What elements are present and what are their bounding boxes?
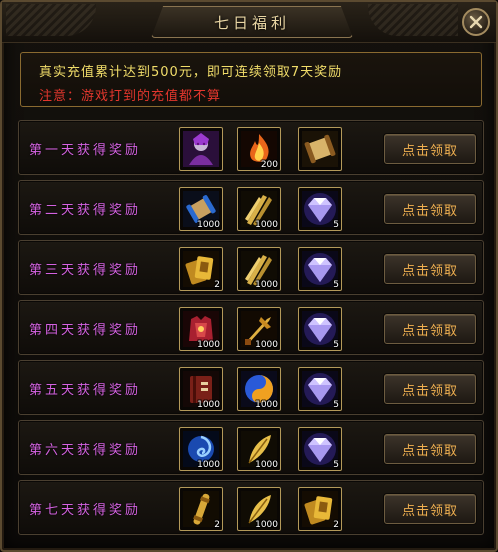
item-quantity: 5 xyxy=(333,400,339,410)
reward-item-slot[interactable]: 200 xyxy=(237,127,281,171)
item-quantity: 5 xyxy=(333,220,339,230)
notice-warning: 注意：游戏打到的充值都不算 xyxy=(39,89,222,104)
claim-button[interactable]: 点击领取 xyxy=(384,374,476,404)
reward-item-slot[interactable]: 5 xyxy=(298,187,342,231)
day-label: 第五天获得奖励 xyxy=(29,383,142,398)
ornament-right xyxy=(368,4,458,36)
reward-item-slot[interactable]: 1000 xyxy=(179,427,223,471)
reward-item-slot[interactable]: 1000 xyxy=(237,487,281,531)
reward-row-day-1: 第一天获得奖励 200 点击领取 xyxy=(18,120,484,175)
reward-row-day-2: 第二天获得奖励 1000 1000 5 点击领取 xyxy=(18,180,484,235)
reward-item-slot[interactable]: 1000 xyxy=(237,187,281,231)
day-label: 第二天获得奖励 xyxy=(29,203,142,218)
reward-row-day-3: 第三天获得奖励 2 1000 5 点击领取 xyxy=(18,240,484,295)
reward-item-slot[interactable]: 1000 xyxy=(237,367,281,411)
claim-button[interactable]: 点击领取 xyxy=(384,494,476,524)
day-label: 第七天获得奖励 xyxy=(29,503,142,518)
item-quantity: 1000 xyxy=(197,460,220,470)
reward-item-slot[interactable]: 1000 xyxy=(179,307,223,351)
reward-item-slot[interactable]: 1000 xyxy=(179,187,223,231)
title-bar: 七日福利 xyxy=(2,2,496,43)
close-button[interactable] xyxy=(462,8,490,36)
reward-row-day-5: 第五天获得奖励 1000 1000 5 点击领取 xyxy=(18,360,484,415)
notice-requirement: 真实充值累计达到500元，即可连续领取7天奖励 xyxy=(39,65,343,80)
reward-item-slot[interactable]: 1000 xyxy=(237,307,281,351)
reward-item-slot[interactable]: 2 xyxy=(179,247,223,291)
reward-item-slot[interactable] xyxy=(298,127,342,171)
item-quantity: 1000 xyxy=(197,400,220,410)
item-quantity: 5 xyxy=(333,340,339,350)
claim-button[interactable]: 点击领取 xyxy=(384,134,476,164)
reward-item-slot[interactable]: 5 xyxy=(298,307,342,351)
claim-button[interactable]: 点击领取 xyxy=(384,434,476,464)
reward-item-slot[interactable]: 1000 xyxy=(179,367,223,411)
reward-item-slot[interactable]: 1000 xyxy=(237,427,281,471)
item-quantity: 1000 xyxy=(255,520,278,530)
reward-item-slot[interactable]: 5 xyxy=(298,247,342,291)
reward-item-slot[interactable] xyxy=(179,127,223,171)
window-title: 七日福利 xyxy=(213,13,290,32)
item-quantity: 5 xyxy=(333,460,339,470)
recharge-notice: 真实充值累计达到500元，即可连续领取7天奖励 注意：游戏打到的充值都不算 xyxy=(20,52,482,107)
item-quantity: 2 xyxy=(333,520,339,530)
item-quantity: 200 xyxy=(260,160,278,170)
title-plate: 七日福利 xyxy=(151,6,353,38)
sorceress-portrait-icon xyxy=(183,131,219,167)
item-quantity: 1000 xyxy=(197,220,220,230)
item-quantity: 1000 xyxy=(255,400,278,410)
item-quantity: 1000 xyxy=(197,340,220,350)
day-label: 第三天获得奖励 xyxy=(29,263,142,278)
day-label: 第四天获得奖励 xyxy=(29,323,142,338)
item-quantity: 2 xyxy=(214,520,220,530)
item-quantity: 1000 xyxy=(255,220,278,230)
item-quantity: 1000 xyxy=(255,460,278,470)
day-label: 第一天获得奖励 xyxy=(29,143,142,158)
ornament-left xyxy=(6,4,96,36)
reward-item-slot[interactable]: 5 xyxy=(298,427,342,471)
scroll-icon xyxy=(302,131,338,167)
claim-button[interactable]: 点击领取 xyxy=(384,254,476,284)
item-quantity: 1000 xyxy=(255,280,278,290)
claim-button[interactable]: 点击领取 xyxy=(384,314,476,344)
claim-button[interactable]: 点击领取 xyxy=(384,194,476,224)
reward-item-slot[interactable]: 1000 xyxy=(237,247,281,291)
seven-day-welfare-panel: 七日福利 真实充值累计达到500元，即可连续领取7天奖励 注意：游戏打到的充值都… xyxy=(0,0,498,552)
item-quantity: 2 xyxy=(214,280,220,290)
day-label: 第六天获得奖励 xyxy=(29,443,142,458)
reward-row-day-7: 第七天获得奖励 2 1000 2 点击领取 xyxy=(18,480,484,535)
reward-row-day-4: 第四天获得奖励 1000 1000 5 点击领取 xyxy=(18,300,484,355)
reward-row-day-6: 第六天获得奖励 1000 1000 5 点击领取 xyxy=(18,420,484,475)
reward-item-slot[interactable]: 2 xyxy=(179,487,223,531)
reward-item-slot[interactable]: 2 xyxy=(298,487,342,531)
item-quantity: 5 xyxy=(333,280,339,290)
item-quantity: 1000 xyxy=(255,340,278,350)
reward-item-slot[interactable]: 5 xyxy=(298,367,342,411)
close-icon xyxy=(469,15,483,29)
